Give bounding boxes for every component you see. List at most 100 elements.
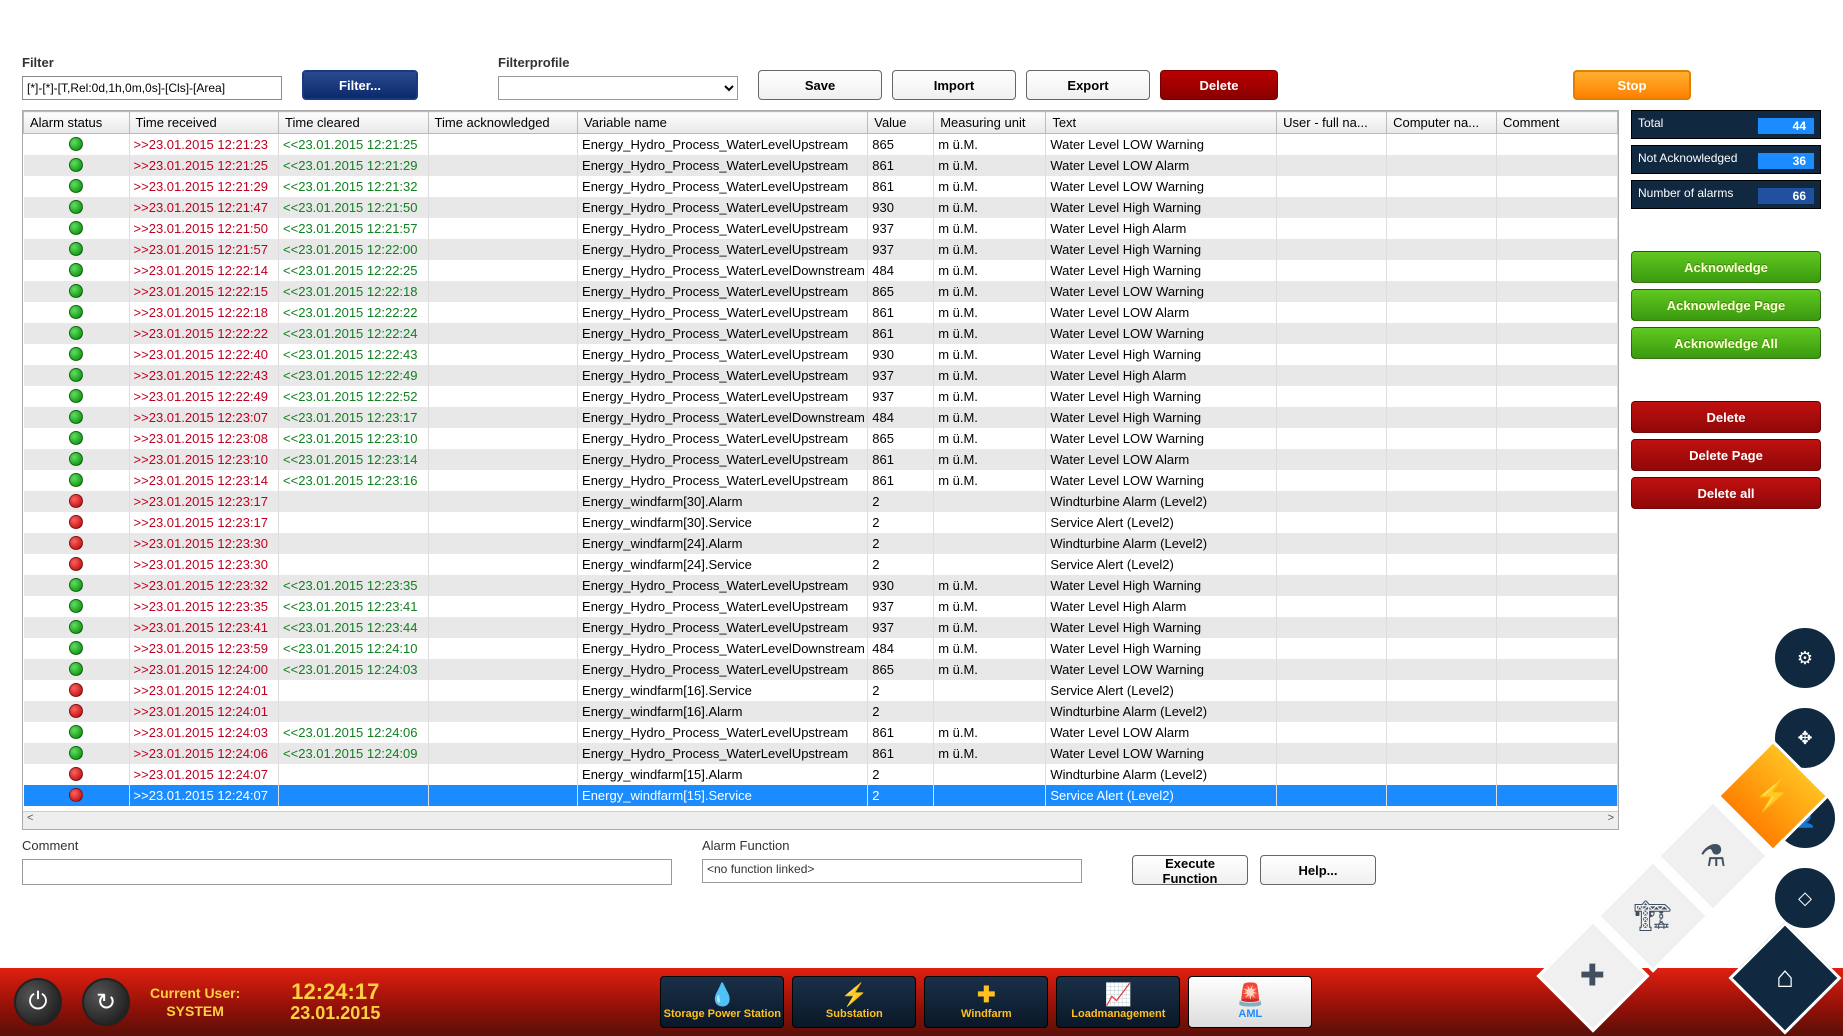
table-row[interactable]: >>23.01.2015 12:23:17Energy_windfarm[30]… bbox=[24, 512, 1618, 533]
table-row[interactable]: >>23.01.2015 12:21:25<<23.01.2015 12:21:… bbox=[24, 155, 1618, 176]
value: 861 bbox=[872, 158, 894, 173]
column-header[interactable]: Value bbox=[868, 112, 934, 134]
value: 484 bbox=[872, 641, 894, 656]
value: 865 bbox=[872, 137, 894, 152]
nav-loadmanagement[interactable]: 📈Loadmanagement bbox=[1056, 976, 1180, 1028]
execute-function-button[interactable]: Execute Function bbox=[1132, 855, 1248, 885]
value: 865 bbox=[872, 284, 894, 299]
horizontal-scrollbar[interactable]: <> bbox=[23, 811, 1618, 829]
alarm-text: Water Level High Warning bbox=[1050, 347, 1201, 362]
variable-name: Energy_Hydro_Process_WaterLevelUpstream bbox=[582, 578, 848, 593]
table-row[interactable]: >>23.01.2015 12:23:30Energy_windfarm[24]… bbox=[24, 533, 1618, 554]
comment-input[interactable] bbox=[22, 859, 672, 885]
table-row[interactable]: >>23.01.2015 12:21:29<<23.01.2015 12:21:… bbox=[24, 176, 1618, 197]
export-button[interactable]: Export bbox=[1026, 70, 1150, 100]
column-header[interactable]: Measuring unit bbox=[934, 112, 1046, 134]
alarm-text: Water Level High Warning bbox=[1050, 410, 1201, 425]
nav-aml[interactable]: 🚨AML bbox=[1188, 976, 1312, 1028]
column-header[interactable]: Comment bbox=[1497, 112, 1618, 134]
delete-all-button[interactable]: Delete all bbox=[1631, 477, 1821, 509]
nav-storage-power-station[interactable]: 💧Storage Power Station bbox=[660, 976, 784, 1028]
alarm-text: Windturbine Alarm (Level2) bbox=[1050, 536, 1207, 551]
variable-name: Energy_Hydro_Process_WaterLevelUpstream bbox=[582, 725, 848, 740]
column-header[interactable]: Variable name bbox=[578, 112, 868, 134]
status-dot-icon bbox=[69, 200, 83, 214]
acknowledge-page-button[interactable]: Acknowledge Page bbox=[1631, 289, 1821, 321]
stop-button[interactable]: Stop bbox=[1573, 70, 1691, 100]
table-row[interactable]: >>23.01.2015 12:23:32<<23.01.2015 12:23:… bbox=[24, 575, 1618, 596]
alarm-text: Water Level LOW Warning bbox=[1050, 137, 1204, 152]
table-row[interactable]: >>23.01.2015 12:22:14<<23.01.2015 12:22:… bbox=[24, 260, 1618, 281]
column-header[interactable]: Alarm status bbox=[24, 112, 130, 134]
table-row[interactable]: >>23.01.2015 12:23:10<<23.01.2015 12:23:… bbox=[24, 449, 1618, 470]
time-cleared: <<23.01.2015 12:21:57 bbox=[283, 221, 417, 236]
time-received: >>23.01.2015 12:23:30 bbox=[134, 536, 268, 551]
table-row[interactable]: >>23.01.2015 12:21:47<<23.01.2015 12:21:… bbox=[24, 197, 1618, 218]
nav-substation[interactable]: ⚡Substation bbox=[792, 976, 916, 1028]
acknowledge-button[interactable]: Acknowledge bbox=[1631, 251, 1821, 283]
alarm-grid-scroll[interactable]: Alarm statusTime receivedTime clearedTim… bbox=[23, 111, 1618, 811]
time-cleared: <<23.01.2015 12:24:09 bbox=[283, 746, 417, 761]
value: 861 bbox=[872, 473, 894, 488]
column-header[interactable]: Time cleared bbox=[279, 112, 429, 134]
filter-button[interactable]: Filter... bbox=[302, 70, 418, 100]
power-icon[interactable]: ⏻ bbox=[14, 978, 62, 1026]
column-header[interactable]: User - full na... bbox=[1277, 112, 1387, 134]
num-alarms-label: Number of alarms bbox=[1638, 186, 1733, 200]
status-dot-icon bbox=[69, 473, 83, 487]
table-row[interactable]: >>23.01.2015 12:24:01Energy_windfarm[16]… bbox=[24, 701, 1618, 722]
import-button[interactable]: Import bbox=[892, 70, 1016, 100]
column-header[interactable]: Time acknowledged bbox=[428, 112, 578, 134]
table-row[interactable]: >>23.01.2015 12:23:41<<23.01.2015 12:23:… bbox=[24, 617, 1618, 638]
table-row[interactable]: >>23.01.2015 12:24:03<<23.01.2015 12:24:… bbox=[24, 722, 1618, 743]
table-row[interactable]: >>23.01.2015 12:22:43<<23.01.2015 12:22:… bbox=[24, 365, 1618, 386]
table-row[interactable]: >>23.01.2015 12:23:35<<23.01.2015 12:23:… bbox=[24, 596, 1618, 617]
column-header[interactable]: Text bbox=[1046, 112, 1277, 134]
alarm-function-group: Alarm Function <no function linked> bbox=[702, 838, 1082, 885]
table-row[interactable]: >>23.01.2015 12:22:40<<23.01.2015 12:22:… bbox=[24, 344, 1618, 365]
table-row[interactable]: >>23.01.2015 12:23:59<<23.01.2015 12:24:… bbox=[24, 638, 1618, 659]
table-row[interactable]: >>23.01.2015 12:24:00<<23.01.2015 12:24:… bbox=[24, 659, 1618, 680]
nav-windfarm[interactable]: ✚Windfarm bbox=[924, 976, 1048, 1028]
filter-input[interactable] bbox=[22, 76, 282, 100]
table-row[interactable]: >>23.01.2015 12:23:17Energy_windfarm[30]… bbox=[24, 491, 1618, 512]
delete-profile-button[interactable]: Delete bbox=[1160, 70, 1278, 100]
status-dot-icon bbox=[69, 389, 83, 403]
delete-page-button[interactable]: Delete Page bbox=[1631, 439, 1821, 471]
status-dot-icon bbox=[69, 179, 83, 193]
save-button[interactable]: Save bbox=[758, 70, 882, 100]
table-row[interactable]: >>23.01.2015 12:23:30Energy_windfarm[24]… bbox=[24, 554, 1618, 575]
table-row[interactable]: >>23.01.2015 12:23:07<<23.01.2015 12:23:… bbox=[24, 407, 1618, 428]
table-row[interactable]: >>23.01.2015 12:24:01Energy_windfarm[16]… bbox=[24, 680, 1618, 701]
status-dot-icon bbox=[69, 137, 83, 151]
status-dot-icon bbox=[69, 767, 83, 781]
table-row[interactable]: >>23.01.2015 12:21:50<<23.01.2015 12:21:… bbox=[24, 218, 1618, 239]
table-row[interactable]: >>23.01.2015 12:23:08<<23.01.2015 12:23:… bbox=[24, 428, 1618, 449]
variable-name: Energy_Hydro_Process_WaterLevelUpstream bbox=[582, 284, 848, 299]
alarm-text: Water Level High Alarm bbox=[1050, 368, 1186, 383]
table-row[interactable]: >>23.01.2015 12:21:23<<23.01.2015 12:21:… bbox=[24, 134, 1618, 155]
table-row[interactable]: >>23.01.2015 12:22:22<<23.01.2015 12:22:… bbox=[24, 323, 1618, 344]
table-row[interactable]: >>23.01.2015 12:23:14<<23.01.2015 12:23:… bbox=[24, 470, 1618, 491]
acknowledge-all-button[interactable]: Acknowledge All bbox=[1631, 327, 1821, 359]
time-cleared: <<23.01.2015 12:22:22 bbox=[283, 305, 417, 320]
table-row[interactable]: >>23.01.2015 12:22:15<<23.01.2015 12:22:… bbox=[24, 281, 1618, 302]
table-row[interactable]: >>23.01.2015 12:21:57<<23.01.2015 12:22:… bbox=[24, 239, 1618, 260]
time-cleared: <<23.01.2015 12:22:18 bbox=[283, 284, 417, 299]
table-row[interactable]: >>23.01.2015 12:22:18<<23.01.2015 12:22:… bbox=[24, 302, 1618, 323]
delete-button[interactable]: Delete bbox=[1631, 401, 1821, 433]
filter-profile-select[interactable] bbox=[498, 76, 738, 100]
time-cleared: <<23.01.2015 12:22:00 bbox=[283, 242, 417, 257]
alarm-text: Water Level LOW Alarm bbox=[1050, 305, 1189, 320]
table-row[interactable]: >>23.01.2015 12:24:07Energy_windfarm[15]… bbox=[24, 764, 1618, 785]
measuring-unit: m ü.M. bbox=[938, 410, 978, 425]
column-header[interactable]: Computer na... bbox=[1387, 112, 1497, 134]
column-header[interactable]: Time received bbox=[129, 112, 279, 134]
table-row[interactable]: >>23.01.2015 12:24:06<<23.01.2015 12:24:… bbox=[24, 743, 1618, 764]
alarm-function-value: <no function linked> bbox=[702, 859, 1082, 883]
table-row[interactable]: >>23.01.2015 12:24:07Energy_windfarm[15]… bbox=[24, 785, 1618, 806]
alarm-text: Water Level High Warning bbox=[1050, 200, 1201, 215]
help-button[interactable]: Help... bbox=[1260, 855, 1376, 885]
refresh-icon[interactable]: ↻ bbox=[82, 978, 130, 1026]
table-row[interactable]: >>23.01.2015 12:22:49<<23.01.2015 12:22:… bbox=[24, 386, 1618, 407]
